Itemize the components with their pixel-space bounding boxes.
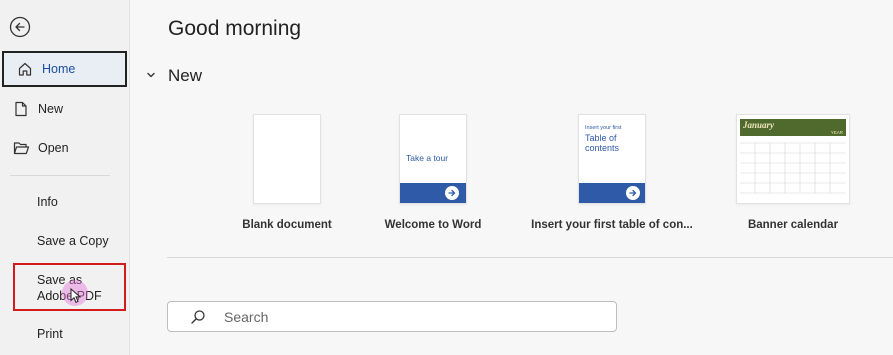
new-document-icon: [12, 100, 30, 118]
template-label: Insert your first table of con...: [531, 219, 693, 231]
back-arrow-icon: [9, 16, 31, 38]
sidebar-item-label: New: [38, 102, 64, 116]
calendar-month: January: [743, 120, 775, 130]
template-label: Blank document: [242, 219, 332, 231]
calendar-year: YEAR: [830, 130, 843, 135]
template-label: Welcome to Word: [384, 219, 482, 231]
arrow-right-icon: [626, 186, 640, 200]
section-divider: [167, 257, 893, 258]
sidebar-item-open[interactable]: Open: [0, 130, 129, 166]
calendar-grid: [740, 142, 846, 194]
folder-open-icon: [12, 139, 30, 157]
search-input[interactable]: [222, 307, 586, 326]
template-thumbnail: Insert your first Table of contents: [578, 114, 646, 204]
template-banner-calendar[interactable]: January YEAR Banner calendar: [718, 114, 868, 231]
template-thumbnail: [253, 114, 321, 204]
chevron-down-icon: [146, 70, 160, 83]
sidebar-item-info[interactable]: Info: [0, 184, 129, 220]
sidebar-item-save-a-copy[interactable]: Save a Copy: [0, 223, 129, 259]
template-thumbnail: January YEAR: [736, 114, 850, 204]
sidebar-item-label: Home: [42, 62, 76, 76]
sidebar-item-print[interactable]: Print: [0, 316, 129, 352]
new-section-title: New: [168, 66, 203, 85]
home-icon: [16, 60, 34, 78]
calendar-banner: January YEAR: [740, 119, 846, 136]
thumb-text: Take a tour: [406, 153, 449, 163]
sidebar-item-label: Save a Copy: [37, 234, 109, 248]
sidebar-item-label: Info: [37, 195, 58, 209]
template-blank-document[interactable]: Blank document: [212, 114, 362, 231]
sidebar-item-home[interactable]: Home: [2, 51, 127, 87]
search-icon: [190, 309, 206, 325]
new-section-header[interactable]: New: [146, 66, 202, 86]
thumb-title: Table of contents: [585, 133, 620, 153]
sidebar-item-label: Print: [37, 327, 63, 341]
sidebar-item-label: Open: [38, 141, 69, 155]
template-thumbnail: Take a tour: [399, 114, 467, 204]
template-table-of-contents[interactable]: Insert your first Table of contents Inse…: [531, 114, 693, 231]
template-welcome-to-word[interactable]: Take a tour Welcome to Word: [358, 114, 508, 231]
sidebar-divider: [10, 175, 110, 176]
back-button[interactable]: [9, 16, 31, 38]
template-label: Banner calendar: [747, 219, 839, 231]
search-box[interactable]: [167, 301, 617, 332]
mouse-cursor-icon: [70, 288, 82, 303]
backstage-sidebar: Home New Open Info Save a Copy Save as A…: [0, 0, 130, 355]
greeting-heading: Good morning: [168, 17, 302, 40]
thumb-small-text: Insert your first: [585, 125, 622, 131]
main-content: Good morning New Blank document Take a t…: [130, 0, 893, 355]
sidebar-item-new[interactable]: New: [0, 91, 129, 127]
arrow-right-icon: [445, 186, 459, 200]
